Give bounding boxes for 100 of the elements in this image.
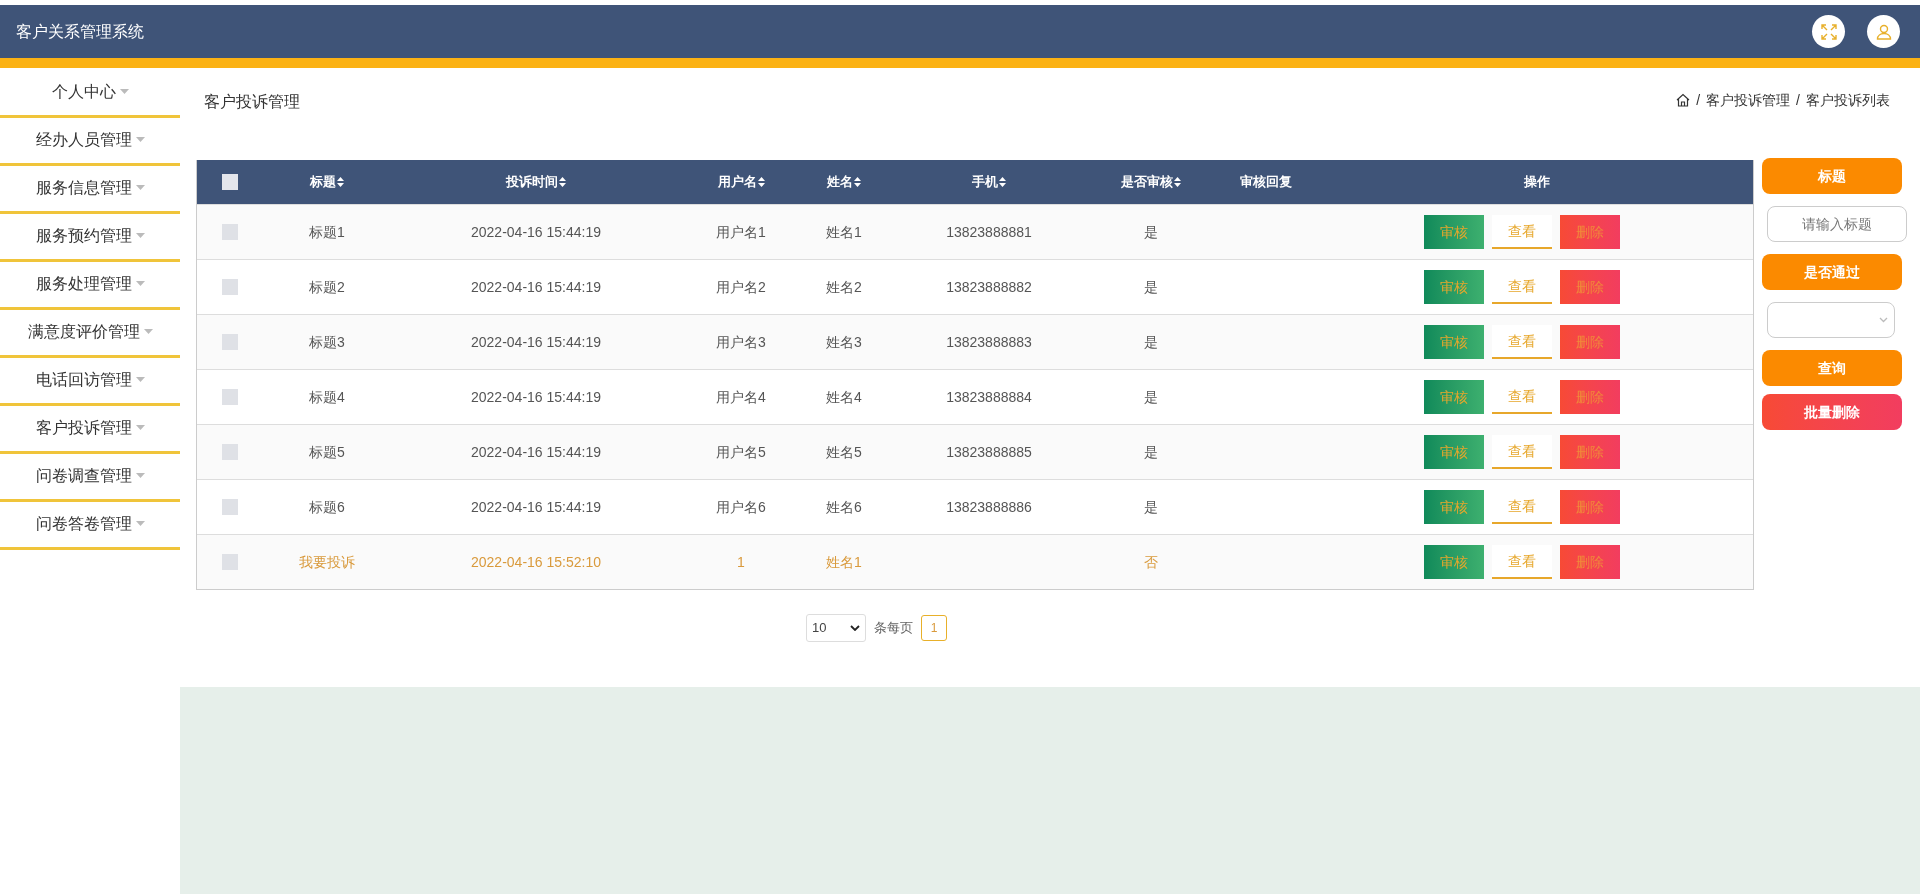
delete-button[interactable]: 删除 (1560, 270, 1620, 304)
caret-icon (135, 185, 145, 190)
table-cell-text: 姓名6 (826, 497, 862, 517)
table-cell-text: 标题4 (309, 387, 345, 407)
page-title: 客户投诉管理 (204, 92, 300, 112)
delete-button[interactable]: 删除 (1560, 325, 1620, 359)
table-cell-text: 用户名4 (716, 387, 766, 407)
row-checkbox[interactable] (222, 444, 238, 460)
column-header[interactable]: 姓名 (827, 172, 861, 192)
row-checkbox[interactable] (222, 224, 238, 240)
table-cell-text: 13823888886 (946, 497, 1032, 517)
table-cell-text: 标题2 (309, 277, 345, 297)
table-cell-text: 姓名1 (826, 222, 862, 242)
table-cell-text: 13823888884 (946, 387, 1032, 407)
table-cell-text: 13823888882 (946, 277, 1032, 297)
sidebar-item[interactable]: 满意度评价管理 (0, 308, 180, 358)
table-cell-text: 2022-04-16 15:44:19 (471, 497, 601, 517)
home-icon[interactable] (1676, 93, 1691, 107)
sidebar-item[interactable]: 个人中心 (0, 68, 180, 118)
row-checkbox[interactable] (222, 279, 238, 295)
sidebar-item[interactable]: 服务处理管理 (0, 260, 180, 310)
page-button[interactable]: 1 (921, 615, 947, 641)
breadcrumb-link[interactable]: 客户投诉列表 (1806, 90, 1890, 111)
delete-button[interactable]: 删除 (1560, 545, 1620, 579)
search-button[interactable]: 查询 (1762, 350, 1902, 386)
table-cell-text: 2022-04-16 15:44:19 (471, 222, 601, 242)
table-cell-text: 姓名1 (826, 552, 862, 572)
sidebar-item[interactable]: 问卷调查管理 (0, 452, 180, 502)
sort-icon[interactable] (559, 177, 566, 187)
select-all-checkbox[interactable] (222, 174, 238, 190)
pass-filter-label[interactable]: 是否通过 (1762, 254, 1902, 290)
sidebar-item[interactable]: 服务信息管理 (0, 164, 180, 214)
table-cell-text: 否 (1144, 552, 1158, 572)
table-cell-text: 13823888881 (946, 222, 1032, 242)
delete-button[interactable]: 删除 (1560, 490, 1620, 524)
table-cell-text: 是 (1144, 442, 1158, 462)
view-button[interactable]: 查看 (1492, 545, 1552, 579)
sort-icon[interactable] (1174, 177, 1181, 187)
breadcrumb-separator: / (1695, 91, 1702, 110)
table-cell-text: 标题6 (309, 497, 345, 517)
column-header: 操作 (1524, 173, 1550, 192)
view-button[interactable]: 查看 (1492, 215, 1552, 249)
table-cell-text: 用户名3 (716, 332, 766, 352)
sidebar-item[interactable]: 客户投诉管理 (0, 404, 180, 454)
sort-icon[interactable] (999, 177, 1006, 187)
caret-icon (119, 89, 129, 94)
column-header[interactable]: 标题 (310, 172, 344, 192)
table-cell-text: 姓名5 (826, 442, 862, 462)
app-title: 客户关系管理系统 (16, 21, 144, 42)
review-button[interactable]: 审核 (1424, 380, 1484, 414)
caret-icon (135, 281, 145, 286)
table-cell-text: 是 (1144, 332, 1158, 352)
caret-icon (135, 473, 145, 478)
caret-icon (135, 233, 145, 238)
column-header[interactable]: 投诉时间 (506, 172, 566, 192)
table-cell-text: 13823888885 (946, 442, 1032, 462)
view-button[interactable]: 查看 (1492, 435, 1552, 469)
table-cell-text: 标题5 (309, 442, 345, 462)
table-cell-text: 用户名5 (716, 442, 766, 462)
sidebar-item[interactable]: 服务预约管理 (0, 212, 180, 262)
per-page-label: 条每页 (874, 619, 913, 638)
batch-delete-button[interactable]: 批量删除 (1762, 394, 1902, 430)
sidebar-item[interactable]: 问卷答卷管理 (0, 500, 180, 550)
table-cell-text: 用户名6 (716, 497, 766, 517)
delete-button[interactable]: 删除 (1560, 215, 1620, 249)
user-button[interactable] (1867, 15, 1900, 48)
review-button[interactable]: 审核 (1424, 215, 1484, 249)
title-search-field[interactable]: 请输入标题 (1767, 206, 1907, 242)
expand-icon (1820, 23, 1837, 40)
sort-icon[interactable] (757, 177, 765, 187)
table-cell-text: 用户名2 (716, 277, 766, 297)
column-header[interactable]: 手机 (972, 172, 1006, 192)
sort-icon[interactable] (854, 177, 861, 187)
table-cell-text: 是 (1144, 387, 1158, 407)
column-header[interactable]: 用户名 (717, 172, 765, 192)
delete-button[interactable]: 删除 (1560, 380, 1620, 414)
delete-button[interactable]: 删除 (1560, 435, 1620, 469)
row-checkbox[interactable] (222, 499, 238, 515)
fullscreen-button[interactable] (1812, 15, 1845, 48)
sort-icon[interactable] (337, 177, 344, 187)
caret-icon (135, 425, 145, 430)
review-button[interactable]: 审核 (1424, 435, 1484, 469)
sidebar-item[interactable]: 电话回访管理 (0, 356, 180, 406)
review-button[interactable]: 审核 (1424, 545, 1484, 579)
review-button[interactable]: 审核 (1424, 490, 1484, 524)
column-header[interactable]: 是否审核 (1121, 172, 1181, 192)
row-checkbox[interactable] (222, 334, 238, 350)
table-cell-text: 姓名4 (826, 387, 862, 407)
table-cell-text: 姓名3 (826, 332, 862, 352)
review-button[interactable]: 审核 (1424, 325, 1484, 359)
view-button[interactable]: 查看 (1492, 325, 1552, 359)
row-checkbox[interactable] (222, 389, 238, 405)
column-header: 审核回复 (1240, 173, 1292, 192)
table-cell-text: 标题3 (309, 332, 345, 352)
row-checkbox[interactable] (222, 554, 238, 570)
review-button[interactable]: 审核 (1424, 270, 1484, 304)
sidebar-item[interactable]: 经办人员管理 (0, 116, 180, 166)
title-filter-label[interactable]: 标题 (1762, 158, 1902, 194)
breadcrumb-link[interactable]: 客户投诉管理 (1706, 90, 1791, 111)
page-size-select[interactable]: 10 (806, 614, 866, 642)
